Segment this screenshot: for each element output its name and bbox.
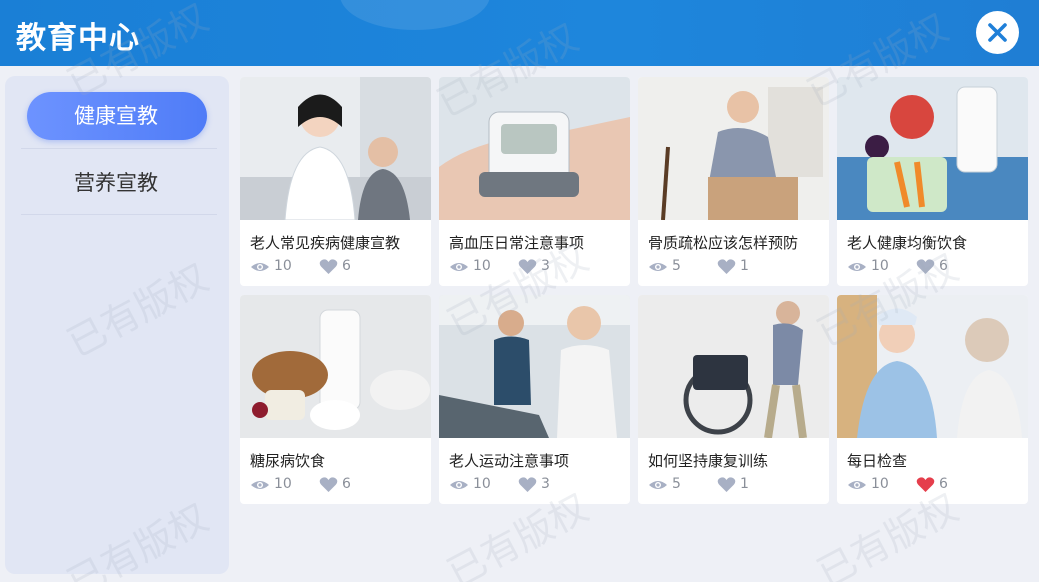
article-card[interactable]: 如何坚持康复训练 5 1 <box>638 295 829 504</box>
heart-icon[interactable] <box>717 477 736 493</box>
article-thumbnail <box>638 77 829 220</box>
article-card[interactable]: 高血压日常注意事项 10 3 <box>439 77 630 286</box>
view-count: 5 <box>672 476 681 492</box>
article-thumbnail <box>837 77 1028 220</box>
eye-icon <box>848 263 866 271</box>
like-count: 3 <box>541 258 550 274</box>
heart-icon[interactable] <box>916 477 935 493</box>
article-card[interactable]: 老人健康均衡饮食 10 6 <box>837 77 1028 286</box>
like-count: 1 <box>740 476 749 492</box>
close-icon <box>988 23 1007 42</box>
like-count: 1 <box>740 258 749 274</box>
article-title: 骨质疏松应该怎样预防 <box>648 234 799 252</box>
header-bar: 教育中心 <box>0 0 1039 66</box>
heart-icon[interactable] <box>717 259 736 275</box>
heart-icon[interactable] <box>518 477 537 493</box>
view-count: 5 <box>672 258 681 274</box>
eye-icon <box>450 263 468 271</box>
like-count: 6 <box>939 476 948 492</box>
article-title: 老人常见疾病健康宣教 <box>250 234 401 252</box>
eye-icon <box>450 481 468 489</box>
heart-icon[interactable] <box>319 477 338 493</box>
like-count: 6 <box>939 258 948 274</box>
article-thumbnail <box>439 77 630 220</box>
eye-icon <box>251 481 269 489</box>
eye-icon <box>649 263 667 271</box>
view-count: 10 <box>473 258 491 274</box>
view-count: 10 <box>274 258 292 274</box>
heart-icon[interactable] <box>319 259 338 275</box>
sidebar-item-health-education[interactable]: 健康宣教 <box>21 76 211 142</box>
article-card[interactable]: 骨质疏松应该怎样预防 5 1 <box>638 77 829 286</box>
article-card[interactable]: 老人常见疾病健康宣教 10 6 <box>240 77 431 286</box>
sidebar-item-nutrition-education[interactable]: 营养宣教 <box>21 150 211 216</box>
sidebar-item-label: 健康宣教 <box>74 104 158 128</box>
article-title: 高血压日常注意事项 <box>449 234 585 252</box>
like-count: 6 <box>342 476 351 492</box>
article-title: 糖尿病饮食 <box>250 452 326 470</box>
view-count: 10 <box>473 476 491 492</box>
sidebar-divider <box>21 214 217 215</box>
view-count: 10 <box>871 476 889 492</box>
sidebar: 健康宣教 营养宣教 <box>5 76 229 574</box>
page-title: 教育中心 <box>16 21 140 56</box>
article-title: 如何坚持康复训练 <box>648 452 769 470</box>
like-count: 6 <box>342 258 351 274</box>
article-thumbnail <box>240 77 431 220</box>
article-title: 老人运动注意事项 <box>449 452 570 470</box>
article-card[interactable]: 糖尿病饮食 10 6 <box>240 295 431 504</box>
heart-icon[interactable] <box>518 259 537 275</box>
eye-icon <box>848 481 866 489</box>
article-thumbnail <box>638 295 829 438</box>
article-thumbnail <box>439 295 630 438</box>
close-button[interactable] <box>976 11 1019 54</box>
article-card[interactable]: 老人运动注意事项 10 3 <box>439 295 630 504</box>
article-title: 每日检查 <box>847 452 908 470</box>
heart-icon[interactable] <box>916 259 935 275</box>
view-count: 10 <box>871 258 889 274</box>
article-card[interactable]: 每日检查 10 6 <box>837 295 1028 504</box>
eye-icon <box>649 481 667 489</box>
article-thumbnail <box>837 295 1028 438</box>
eye-icon <box>251 263 269 271</box>
article-thumbnail <box>240 295 431 438</box>
article-title: 老人健康均衡饮食 <box>847 234 968 252</box>
view-count: 10 <box>274 476 292 492</box>
like-count: 3 <box>541 476 550 492</box>
header-decoration <box>340 0 490 30</box>
sidebar-divider <box>21 148 217 149</box>
sidebar-item-label: 营养宣教 <box>74 171 158 195</box>
